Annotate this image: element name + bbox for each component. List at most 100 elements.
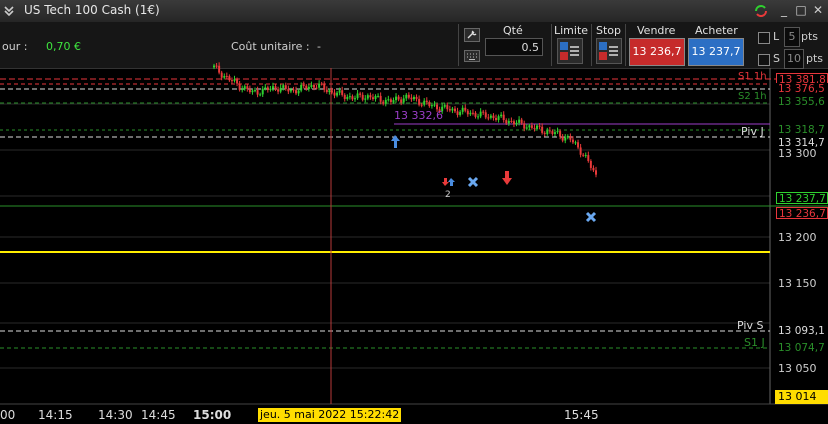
candle-body xyxy=(418,98,421,105)
candle-body xyxy=(487,117,490,119)
candle-body xyxy=(525,127,528,129)
candle-body xyxy=(325,89,328,93)
candle-body xyxy=(561,136,564,141)
candle-body xyxy=(587,155,590,161)
ask-price-tag: 13 237,7 xyxy=(776,192,828,205)
pivs-label: Piv S xyxy=(737,319,764,332)
price-chart[interactable]: 2 xyxy=(0,0,828,424)
candle-body xyxy=(423,100,426,105)
time-label: 15:00 xyxy=(193,408,232,422)
candle-body xyxy=(477,116,480,118)
candle-body xyxy=(448,109,451,111)
s1j-label: S1 J xyxy=(744,336,765,349)
candle-body xyxy=(223,76,226,78)
candle-body xyxy=(359,93,362,95)
candle-body xyxy=(546,130,549,134)
candle-body xyxy=(269,88,272,91)
candle-body xyxy=(228,76,231,81)
candle-body xyxy=(241,89,244,91)
candle-body xyxy=(261,88,264,95)
candle-body xyxy=(397,96,400,100)
candle-body xyxy=(595,170,597,175)
candle-body xyxy=(354,98,357,100)
candle-body xyxy=(330,90,333,93)
candle-body xyxy=(346,96,349,99)
close-position-icon[interactable] xyxy=(585,211,597,223)
candle-body xyxy=(507,120,510,124)
close-position-icon[interactable] xyxy=(467,176,479,188)
candle-body xyxy=(366,95,369,99)
candle-body xyxy=(433,104,436,106)
candle-body xyxy=(254,90,257,92)
candle-body xyxy=(492,115,495,119)
buy-arrow-icon[interactable] xyxy=(448,178,455,186)
candle-body xyxy=(371,97,374,100)
candle-body xyxy=(446,105,449,110)
candle-body xyxy=(225,76,228,78)
candle-body xyxy=(589,160,592,168)
candle-body xyxy=(341,90,344,95)
candle-body xyxy=(323,83,326,90)
candle-body xyxy=(236,79,239,84)
candle-body xyxy=(407,94,410,98)
s2h-label: S2 1h xyxy=(738,91,767,102)
candle-body xyxy=(461,107,464,112)
candle-body xyxy=(338,90,341,93)
pivj-label: Piv J xyxy=(741,125,764,138)
candle-body xyxy=(333,92,336,96)
candle-body xyxy=(469,112,472,115)
candle-body xyxy=(541,126,544,133)
candle-body xyxy=(571,139,574,143)
candle-body xyxy=(300,84,303,91)
candle-body xyxy=(453,108,456,112)
candle-body xyxy=(259,94,262,96)
candle-body xyxy=(515,122,518,125)
sell-arrow-icon[interactable] xyxy=(502,171,512,185)
candle-body xyxy=(430,105,433,107)
candle-body xyxy=(497,116,500,120)
candle-body xyxy=(495,118,498,120)
candle-body xyxy=(474,112,477,117)
cursor-price-tag: 13 014 xyxy=(775,390,828,404)
candle-body xyxy=(484,112,487,118)
cursor-date-tag: jeu. 5 mai 2022 15:22:42 xyxy=(258,408,402,422)
candle-body xyxy=(274,86,277,90)
sell-arrow-icon[interactable] xyxy=(442,178,449,186)
candle-body xyxy=(364,98,367,100)
candle-body xyxy=(551,131,554,134)
marker-count: 2 xyxy=(445,190,451,200)
candle-body xyxy=(289,89,292,92)
candle-body xyxy=(382,101,385,104)
chart-grid xyxy=(0,103,770,369)
candle-body xyxy=(530,125,533,128)
candle-body xyxy=(500,114,503,117)
candle-body xyxy=(566,136,569,138)
candle-body xyxy=(377,95,380,97)
candle-body xyxy=(505,120,508,124)
time-label: 14:30 xyxy=(98,408,133,422)
price-axis-label: 13 300 xyxy=(778,147,817,160)
candle-body xyxy=(238,83,241,90)
candle-body xyxy=(502,114,505,121)
candle-body xyxy=(471,112,474,114)
candle-body xyxy=(512,121,515,125)
candle-body xyxy=(410,97,413,100)
candle-body xyxy=(538,125,541,127)
candle-body xyxy=(548,130,551,132)
candle-body xyxy=(395,96,398,101)
candle-body xyxy=(528,125,531,128)
price-axis-label: 13 150 xyxy=(778,277,817,290)
candle-body xyxy=(295,90,298,94)
candle-body xyxy=(479,111,482,117)
candle-body xyxy=(379,95,382,102)
candle-body xyxy=(559,131,562,137)
price-axis-label: 13 050 xyxy=(778,362,817,375)
candle-body xyxy=(564,137,567,141)
s1h-price-tag-2: 13 376,5 xyxy=(776,83,828,95)
candle-body xyxy=(312,85,315,88)
candle-body xyxy=(577,142,580,148)
price-axis-label: 13 200 xyxy=(778,231,817,244)
candle-body xyxy=(384,99,387,104)
candle-body xyxy=(425,100,428,103)
candle-body xyxy=(320,83,323,85)
